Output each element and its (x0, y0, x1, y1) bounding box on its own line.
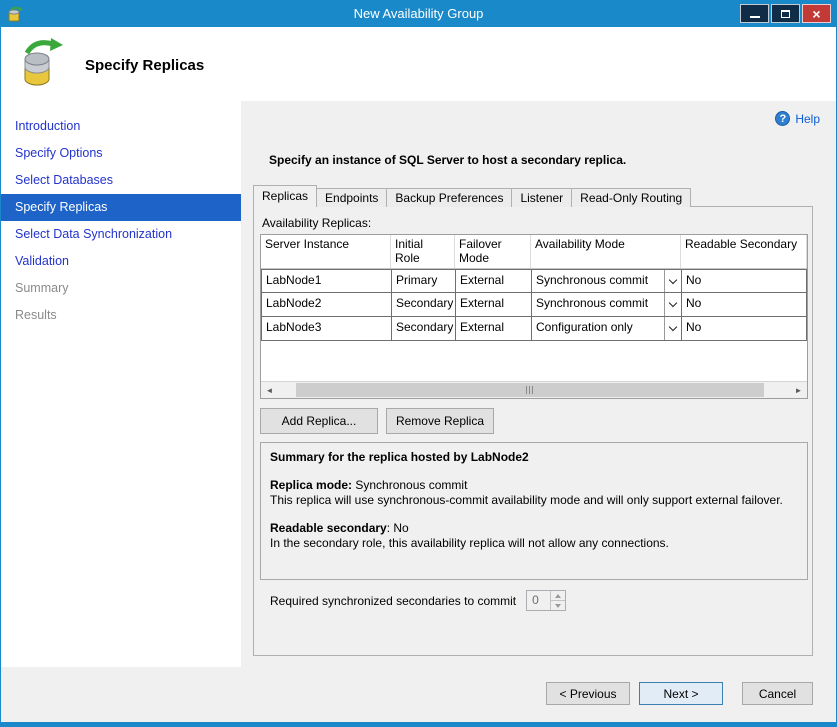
cell-server-instance: LabNode3 (262, 317, 392, 340)
footer-bar: < Previous Next > Cancel (1, 667, 836, 723)
summary-readable-line: Readable secondary: No (270, 521, 798, 536)
close-icon: × (812, 7, 820, 21)
cell-initial-role: Secondary (392, 293, 456, 316)
secondaries-to-commit-spinner[interactable]: 0 (526, 590, 566, 611)
header-availability-mode: Availability Mode (531, 235, 681, 268)
main-content: ? Help Specify an instance of SQL Server… (241, 101, 837, 667)
window-controls: × (740, 4, 831, 23)
table-row: LabNode3 Secondary External Configuratio… (261, 317, 807, 341)
readable-secondary-value: : No (387, 521, 409, 535)
cell-server-instance: LabNode1 (262, 270, 392, 292)
sidebar-item-validation[interactable]: Validation (1, 248, 241, 275)
spinner-up-icon (555, 594, 561, 598)
cell-failover-mode: External (456, 293, 532, 316)
header-initial-role: Initial Role (391, 235, 455, 268)
spinner-down-button[interactable] (551, 601, 565, 610)
cell-failover-mode: External (456, 317, 532, 340)
availability-mode-dropdown[interactable]: Configuration only (532, 317, 682, 340)
cell-failover-mode: External (456, 270, 532, 292)
sidebar-item-introduction[interactable]: Introduction (1, 113, 241, 140)
secondaries-to-commit-label: Required synchronized secondaries to com… (270, 594, 516, 608)
readable-secondary-label: Readable secondary (270, 521, 387, 535)
cell-initial-role: Primary (392, 270, 456, 292)
minimize-button[interactable] (740, 4, 769, 23)
minimize-icon (750, 16, 760, 18)
spinner-up-button[interactable] (551, 591, 565, 601)
cancel-button[interactable]: Cancel (742, 682, 813, 705)
sidebar-item-specify-options[interactable]: Specify Options (1, 140, 241, 167)
replicas-tab-panel: Availability Replicas: Server Instance I… (253, 206, 813, 656)
cell-readable-secondary[interactable]: No (682, 317, 807, 340)
cell-readable-secondary[interactable]: No (682, 293, 807, 316)
spinner-value[interactable]: 0 (527, 591, 550, 610)
help-label: Help (795, 112, 820, 126)
scrollbar-grip-icon (526, 386, 534, 394)
scroll-left-icon[interactable]: ◄ (261, 382, 278, 398)
tab-read-only-routing[interactable]: Read-Only Routing (571, 188, 691, 207)
help-icon: ? (775, 111, 790, 126)
maximize-button[interactable] (771, 4, 800, 23)
previous-button[interactable]: < Previous (546, 682, 630, 705)
replica-summary-box: Summary for the replica hosted by LabNod… (260, 442, 808, 580)
spinner-buttons (550, 591, 565, 610)
sidebar-item-summary: Summary (1, 275, 241, 302)
remove-replica-button[interactable]: Remove Replica (386, 408, 494, 434)
tab-backup-preferences[interactable]: Backup Preferences (386, 188, 512, 207)
tab-replicas[interactable]: Replicas (253, 185, 317, 207)
cell-server-instance: LabNode2 (262, 293, 392, 316)
tab-listener[interactable]: Listener (511, 188, 572, 207)
availability-mode-value: Configuration only (532, 317, 664, 340)
window-title: New Availability Group (1, 1, 836, 27)
cell-initial-role: Secondary (392, 317, 456, 340)
help-link[interactable]: ? Help (775, 111, 820, 126)
sidebar-item-select-data-synchronization[interactable]: Select Data Synchronization (1, 221, 241, 248)
add-replica-button[interactable]: Add Replica... (260, 408, 378, 434)
instruction-text: Specify an instance of SQL Server to hos… (269, 153, 626, 167)
tab-strip: Replicas Endpoints Backup Preferences Li… (253, 185, 690, 207)
replica-mode-description: This replica will use synchronous-commit… (270, 493, 798, 508)
availability-mode-dropdown[interactable]: Synchronous commit (532, 293, 682, 316)
scroll-right-icon[interactable]: ► (790, 382, 807, 398)
close-button[interactable]: × (802, 4, 831, 23)
table-row: LabNode2 Secondary External Synchronous … (261, 293, 807, 317)
grid-empty-area (261, 341, 807, 381)
header-readable-secondary: Readable Secondary (681, 235, 807, 268)
cell-readable-secondary[interactable]: No (682, 270, 807, 292)
secondaries-to-commit-row: Required synchronized secondaries to com… (270, 590, 566, 611)
replicas-grid: Server Instance Initial Role Failover Mo… (260, 234, 808, 399)
grid-header-row: Server Instance Initial Role Failover Mo… (261, 235, 807, 269)
availability-mode-value: Synchronous commit (532, 270, 664, 292)
title-bar: New Availability Group × (1, 1, 836, 27)
page-title: Specify Replicas (85, 57, 204, 74)
summary-title: Summary for the replica hosted by LabNod… (270, 450, 798, 465)
chevron-down-icon[interactable] (664, 270, 681, 292)
tab-endpoints[interactable]: Endpoints (316, 188, 387, 207)
wizard-steps-sidebar: Introduction Specify Options Select Data… (1, 101, 241, 667)
sidebar-item-specify-replicas[interactable]: Specify Replicas (1, 194, 241, 221)
readable-secondary-description: In the secondary role, this availability… (270, 536, 798, 551)
spinner-down-icon (555, 604, 561, 608)
availability-mode-dropdown[interactable]: Synchronous commit (532, 270, 682, 292)
horizontal-scrollbar[interactable]: ◄ ► (261, 381, 807, 398)
sidebar-item-results: Results (1, 302, 241, 329)
header-failover-mode: Failover Mode (455, 235, 531, 268)
summary-replica-mode-line: Replica mode: Synchronous commit (270, 478, 798, 493)
chevron-down-icon[interactable] (664, 293, 681, 316)
wizard-header: Specify Replicas (1, 27, 836, 101)
chevron-down-icon[interactable] (664, 317, 681, 340)
availability-replicas-label: Availability Replicas: (262, 216, 371, 230)
scrollbar-thumb[interactable] (296, 383, 764, 397)
table-row: LabNode1 Primary External Synchronous co… (261, 269, 807, 293)
next-button[interactable]: Next > (639, 682, 723, 705)
replica-mode-value: Synchronous commit (352, 478, 467, 492)
maximize-icon (781, 10, 790, 18)
header-server-instance: Server Instance (261, 235, 391, 268)
sidebar-item-select-databases[interactable]: Select Databases (1, 167, 241, 194)
availability-mode-value: Synchronous commit (532, 293, 664, 316)
scrollbar-track[interactable] (278, 382, 790, 398)
new-availability-group-window: New Availability Group × Specify Replica… (0, 0, 837, 727)
replica-mode-label: Replica mode: (270, 478, 352, 492)
specify-replicas-icon (19, 37, 69, 91)
